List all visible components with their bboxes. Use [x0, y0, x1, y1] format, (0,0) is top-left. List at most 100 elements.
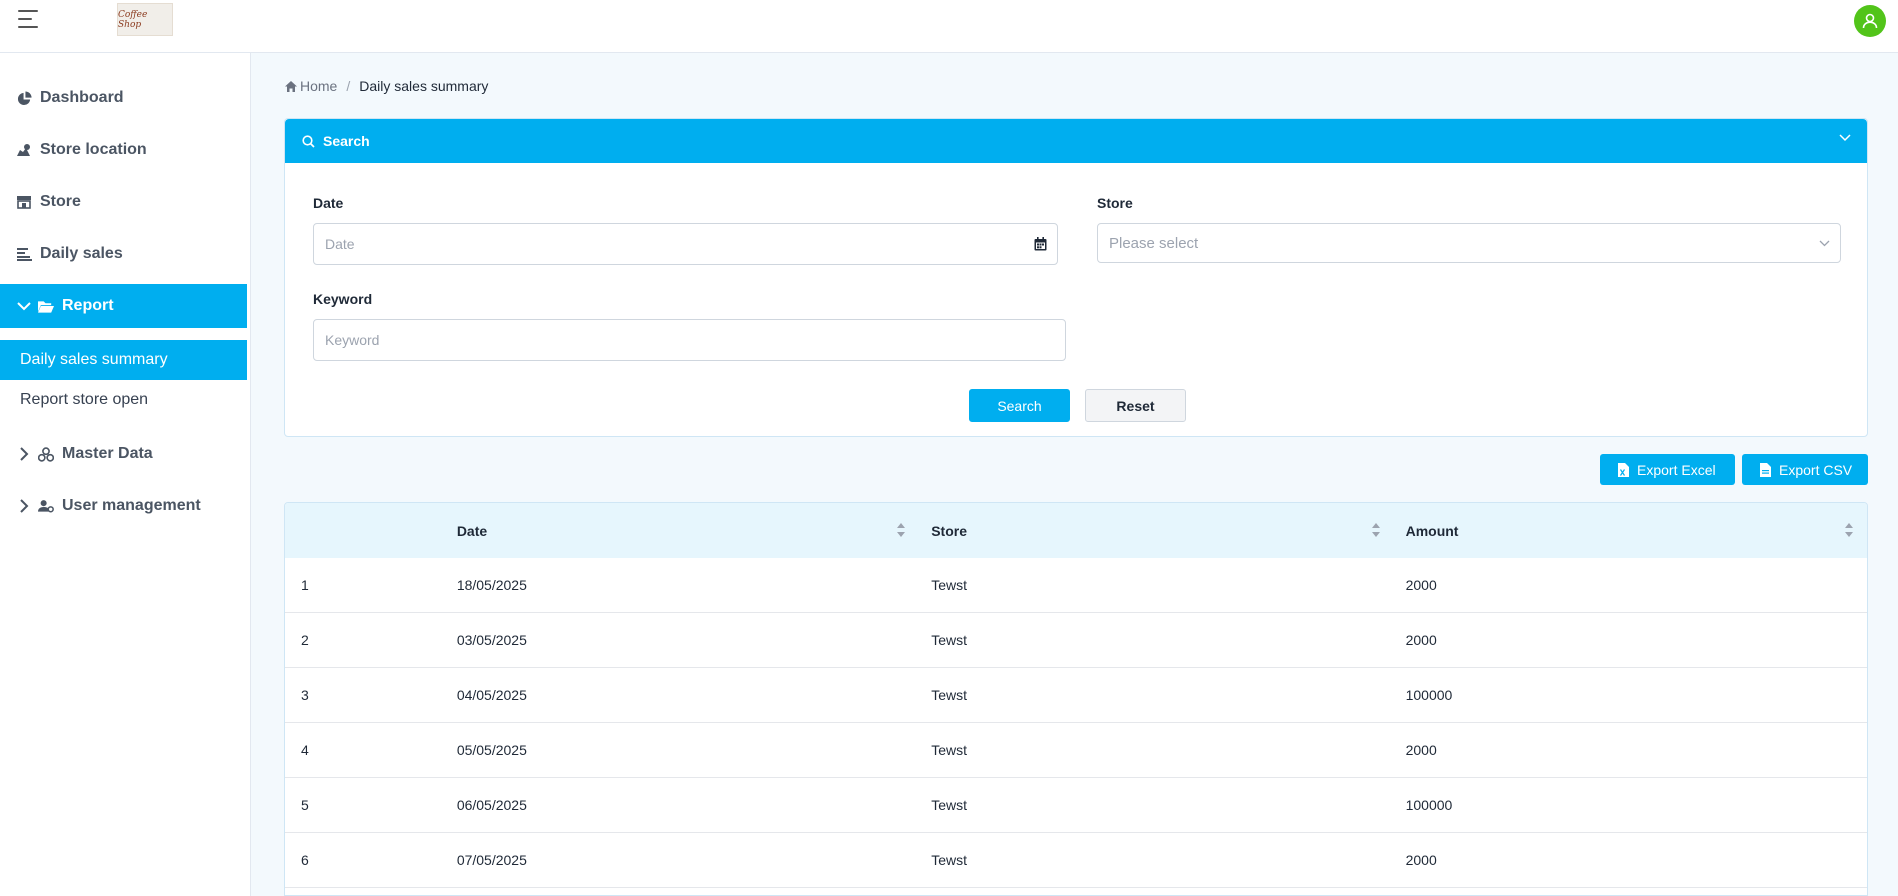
- table-header: Date Store Amount: [285, 503, 1867, 558]
- table-row[interactable]: 4 05/05/2025 Tewst 2000: [285, 723, 1867, 778]
- top-bar: Coffee Shop: [0, 0, 1898, 53]
- cell-store: Tewst: [931, 797, 967, 813]
- chevron-down-icon: [16, 301, 32, 311]
- logo-text: Coffee Shop: [118, 9, 148, 30]
- store-select[interactable]: Please select: [1097, 223, 1841, 263]
- file-excel-icon: [1618, 462, 1629, 477]
- chevron-right-icon: [16, 499, 32, 513]
- sidebar-item-store[interactable]: Store: [0, 180, 247, 224]
- sidebar-item-user-management[interactable]: User management: [0, 484, 247, 528]
- list-icon: [16, 246, 32, 262]
- cell-amount: 100000: [1405, 797, 1453, 813]
- folder-open-icon: [38, 298, 54, 314]
- cell-index: 6: [301, 852, 309, 868]
- column-header-index: [285, 503, 445, 558]
- cell-date: 07/05/2025: [456, 852, 527, 868]
- sidebar-item-label: Report: [62, 297, 114, 314]
- cell-amount: 100000: [1405, 687, 1453, 703]
- chevron-down-icon: [1819, 240, 1830, 247]
- search-panel-header[interactable]: Search: [285, 119, 1867, 163]
- export-csv-button[interactable]: Export CSV: [1742, 454, 1868, 485]
- column-header-label: Date: [456, 522, 488, 539]
- home-icon: [285, 80, 297, 92]
- date-input[interactable]: [325, 236, 984, 252]
- store-select-value: Please select: [1109, 234, 1199, 252]
- sidebar-item-master-data[interactable]: Master Data: [0, 432, 247, 476]
- sales-table: Date Store Amount 1 18/05/2025 Tewst 200…: [284, 502, 1868, 896]
- search-icon: [302, 134, 315, 148]
- search-panel: Search Date Store Please select Keyword …: [284, 118, 1868, 437]
- column-header-store[interactable]: Store: [919, 503, 1393, 558]
- breadcrumb-home-label: Home: [300, 78, 338, 94]
- search-panel-title: Search: [323, 133, 370, 149]
- hamburger-icon[interactable]: [18, 10, 40, 30]
- cell-amount: 2000: [1405, 742, 1437, 758]
- cell-store: Tewst: [931, 632, 967, 648]
- cell-date: 18/05/2025: [456, 577, 527, 593]
- sidebar-item-store-location[interactable]: Store location: [0, 128, 247, 172]
- user-avatar[interactable]: [1854, 5, 1886, 37]
- cell-date: 06/05/2025: [456, 797, 527, 813]
- cell-index: 4: [301, 742, 309, 758]
- keyword-input[interactable]: [325, 332, 991, 348]
- export-excel-label: Export Excel: [1637, 461, 1716, 478]
- column-header-label: Store: [931, 522, 967, 539]
- logo[interactable]: Coffee Shop: [117, 3, 173, 36]
- cell-index: 3: [301, 687, 309, 703]
- table-row[interactable]: 1 18/05/2025 Tewst 2000: [285, 558, 1867, 613]
- sidebar-item-report[interactable]: Report: [0, 284, 247, 328]
- search-button[interactable]: Search: [969, 389, 1070, 422]
- sidebar-subitem-label: Daily sales summary: [20, 351, 168, 368]
- sidebar-item-dashboard[interactable]: Dashboard: [0, 76, 247, 120]
- chevron-right-icon: [16, 447, 32, 461]
- cell-date: 05/05/2025: [456, 742, 527, 758]
- sidebar-item-label: Store: [40, 193, 81, 210]
- sidebar-item-daily-sales[interactable]: Daily sales: [0, 232, 247, 276]
- user-cog-icon: [38, 498, 54, 514]
- cell-date: 04/05/2025: [456, 687, 527, 703]
- keyword-label: Keyword: [313, 291, 373, 307]
- sidebar: Dashboard Store location Store Daily sal…: [0, 53, 251, 896]
- cell-amount: 2000: [1405, 632, 1437, 648]
- calendar-icon[interactable]: [1034, 237, 1047, 251]
- breadcrumb-current: Daily sales summary: [359, 78, 489, 94]
- breadcrumb-home[interactable]: Home: [285, 78, 337, 94]
- table-row[interactable]: 5 06/05/2025 Tewst 100000: [285, 778, 1867, 833]
- map-marker-icon: [16, 142, 32, 158]
- cubes-icon: [38, 446, 54, 462]
- reset-button[interactable]: Reset: [1085, 389, 1186, 422]
- table-row[interactable]: 2 03/05/2025 Tewst 2000: [285, 613, 1867, 668]
- cell-index: 1: [301, 577, 309, 593]
- cell-store: Tewst: [931, 577, 967, 593]
- breadcrumb-separator: /: [346, 78, 351, 94]
- export-excel-button[interactable]: Export Excel: [1600, 454, 1735, 485]
- sort-icon[interactable]: [897, 523, 906, 537]
- column-header-label: Amount: [1405, 522, 1459, 539]
- sort-icon[interactable]: [1371, 523, 1380, 537]
- date-field[interactable]: [313, 223, 1058, 265]
- sidebar-item-label: Daily sales: [40, 245, 123, 262]
- cell-index: 2: [301, 632, 309, 648]
- column-header-amount[interactable]: Amount: [1394, 503, 1867, 558]
- cell-amount: 2000: [1405, 577, 1437, 593]
- cell-amount: 2000: [1405, 852, 1437, 868]
- sidebar-item-label: Master Data: [62, 445, 153, 462]
- cell-store: Tewst: [931, 742, 967, 758]
- date-label: Date: [313, 195, 344, 211]
- sidebar-subitem-daily-sales-summary[interactable]: Daily sales summary: [0, 340, 247, 380]
- sidebar-subitem-report-store-open[interactable]: Report store open: [0, 380, 247, 420]
- cell-date: 03/05/2025: [456, 632, 527, 648]
- column-header-date[interactable]: Date: [445, 503, 919, 558]
- sidebar-item-label: Dashboard: [40, 89, 124, 106]
- chevron-down-icon: [1839, 134, 1851, 142]
- shop-icon: [16, 194, 32, 210]
- keyword-field[interactable]: [313, 319, 1066, 361]
- cell-store: Tewst: [931, 852, 967, 868]
- table-row[interactable]: 3 04/05/2025 Tewst 100000: [285, 668, 1867, 723]
- sort-icon[interactable]: [1844, 523, 1853, 537]
- export-csv-label: Export CSV: [1779, 461, 1853, 478]
- table-row[interactable]: 6 07/05/2025 Tewst 2000: [285, 833, 1867, 888]
- cell-store: Tewst: [931, 687, 967, 703]
- pie-chart-icon: [16, 90, 32, 106]
- sidebar-subitem-label: Report store open: [20, 391, 149, 408]
